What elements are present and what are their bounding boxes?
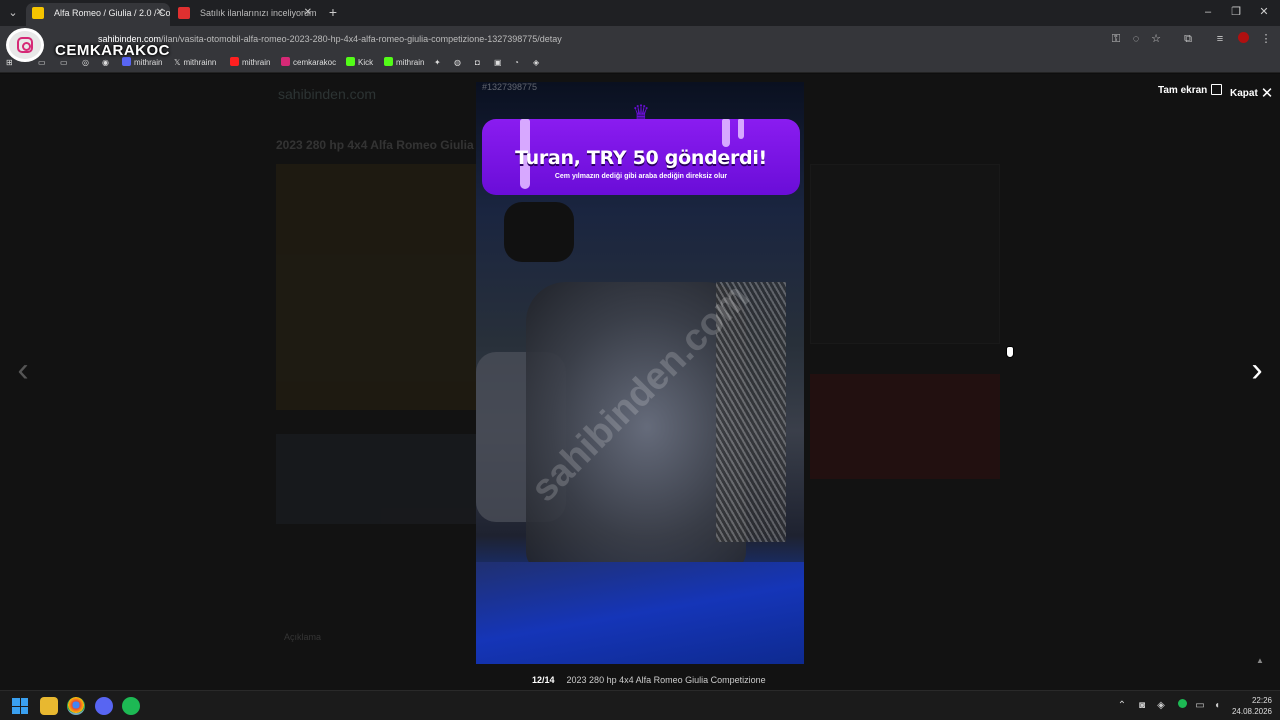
chrome-icon[interactable] bbox=[67, 697, 85, 715]
photo-headrest bbox=[504, 202, 574, 262]
mouse-cursor-icon bbox=[1006, 346, 1014, 358]
maximize-icon[interactable]: ❐ bbox=[1222, 3, 1250, 21]
donation-alert: ♛ Turan, TRY 50 gönderdi! Cem yılmazın d… bbox=[482, 103, 800, 195]
bookmark-kick-2[interactable]: mithrain bbox=[384, 55, 424, 71]
bookmark-youtube[interactable]: mithrain bbox=[230, 55, 270, 71]
x-icon: 𝕏 bbox=[174, 58, 181, 67]
scroll-top-icon[interactable]: ▲ bbox=[1256, 656, 1264, 665]
eye-off-icon[interactable]: ◌ bbox=[1128, 31, 1144, 47]
minimize-icon[interactable]: – bbox=[1194, 3, 1222, 21]
instagram-icon bbox=[281, 57, 290, 66]
photo-caption: 12/14 2023 280 hp 4x4 Alfa Romeo Giulia C… bbox=[532, 675, 766, 685]
password-key-icon[interactable]: ⚿ bbox=[1108, 31, 1124, 47]
discord-taskbar-icon[interactable] bbox=[95, 697, 113, 715]
tab-label: Satılık ilanlarınızı inceliyorum # bbox=[200, 8, 318, 18]
window-close-icon[interactable]: ✕ bbox=[1250, 3, 1278, 21]
donation-title: Turan, TRY 50 gönderdi! bbox=[515, 147, 767, 169]
media-control-icon[interactable]: ≡ bbox=[1212, 31, 1228, 47]
streamer-name: CEMKARAKOC bbox=[55, 42, 170, 59]
taskbar: ⌃ ◙ ◈ ▭ ◖ 22:26 24.08.2026 bbox=[0, 690, 1280, 720]
file-explorer-icon[interactable] bbox=[40, 697, 58, 715]
system-clock[interactable]: 22:26 24.08.2026 bbox=[1226, 695, 1272, 717]
tab-close-icon[interactable]: ✕ bbox=[156, 3, 164, 23]
browser-tab-bar: ⌄ Alfa Romeo / Giulia / 2.0 / Com ✕ Satı… bbox=[0, 0, 1280, 26]
donation-message: Cem yılmazın dediği gibi araba dediğin d… bbox=[554, 173, 728, 180]
close-label: Kapat bbox=[1230, 88, 1258, 99]
listing-title: 2023 280 hp 4x4 Alfa Romeo Giulia C bbox=[276, 138, 486, 152]
caption-text: 2023 280 hp 4x4 Alfa Romeo Giulia Compet… bbox=[566, 675, 766, 685]
steam-icon[interactable]: ◈ bbox=[533, 55, 539, 71]
clock-date: 24.08.2026 bbox=[1231, 707, 1272, 716]
bookmark-label: mithrainn bbox=[183, 58, 217, 67]
bookmark-label: mithrain bbox=[242, 58, 271, 67]
browser-menu-icon[interactable]: ⋮ bbox=[1258, 31, 1274, 47]
clock-time: 22:26 bbox=[1251, 696, 1272, 705]
ad-banner bbox=[810, 374, 1000, 479]
listing-thumbnails bbox=[276, 434, 476, 524]
previous-photo-button[interactable]: ‹ bbox=[10, 350, 36, 390]
photo-counter: 12/14 bbox=[532, 675, 555, 685]
bookmark-instagram[interactable]: cemkarakoc bbox=[281, 55, 336, 71]
tab-youtube[interactable]: Satılık ilanlarınızı inceliyorum # ✕ bbox=[172, 3, 318, 26]
bookmark-icon[interactable]: ◔ bbox=[514, 55, 519, 71]
youtube-icon bbox=[230, 57, 239, 66]
fullscreen-icon bbox=[1211, 84, 1223, 95]
kick-icon bbox=[346, 57, 355, 66]
network-icon[interactable]: ▭ bbox=[1193, 699, 1207, 713]
profile-avatar-icon[interactable] bbox=[1235, 31, 1251, 47]
bookmark-x[interactable]: 𝕏mithrainn bbox=[174, 55, 216, 71]
photo-blue-door bbox=[476, 562, 804, 664]
seller-panel bbox=[810, 164, 1000, 344]
bookmark-icon[interactable]: ◍ bbox=[454, 55, 461, 71]
url-path: /ilan/vasita-otomobil-alfa-romeo-2023-28… bbox=[161, 34, 562, 44]
tab-alfa-romeo[interactable]: Alfa Romeo / Giulia / 2.0 / Com ✕ bbox=[26, 3, 170, 26]
bookmark-label: Kick bbox=[358, 58, 374, 67]
youtube-favicon-icon bbox=[178, 7, 190, 19]
bookmarks-bar: ⊞ ▭ ▭ ◎ ◉ mithrain 𝕏mithrainn mithrain c… bbox=[0, 53, 1280, 73]
fullscreen-button[interactable]: Tam ekran bbox=[1158, 84, 1223, 96]
sahibinden-favicon-icon bbox=[32, 7, 44, 19]
volume-icon[interactable]: ◖ bbox=[1210, 699, 1224, 713]
extensions-icon[interactable]: ⧉ bbox=[1180, 31, 1196, 47]
folder-icon[interactable]: ▭ bbox=[38, 55, 46, 71]
bookmark-star-icon[interactable]: ☆ bbox=[1148, 31, 1164, 47]
instagram-overlay-icon bbox=[6, 28, 44, 62]
listing-id: #1327398775 bbox=[482, 82, 538, 92]
tab-label: Alfa Romeo / Giulia / 2.0 / Com bbox=[54, 8, 170, 18]
tray-expand-icon[interactable]: ⌃ bbox=[1115, 699, 1129, 713]
lightbox-close-button[interactable]: Kapat ✕ bbox=[1230, 84, 1273, 102]
bookmark-label: cemkarakoc bbox=[293, 58, 337, 67]
windows-start-icon[interactable] bbox=[12, 698, 28, 714]
bookmark-icon[interactable]: ◘ bbox=[475, 55, 480, 71]
close-icon: ✕ bbox=[1260, 85, 1274, 102]
drip-decoration bbox=[738, 119, 744, 139]
listing-main-photo bbox=[276, 164, 486, 410]
steam-tray-icon[interactable]: ◈ bbox=[1154, 699, 1168, 713]
address-bar: sahibinden.com/ilan/vasita-otomobil-alfa… bbox=[0, 26, 1280, 53]
fullscreen-label: Tam ekran bbox=[1158, 85, 1208, 96]
description-heading: Açıklama bbox=[284, 632, 322, 642]
tab-close-icon[interactable]: ✕ bbox=[304, 3, 312, 23]
next-photo-button[interactable]: › bbox=[1244, 350, 1270, 390]
new-tab-button[interactable]: + bbox=[324, 3, 342, 21]
bookmark-kick[interactable]: Kick bbox=[346, 55, 373, 71]
site-logo: sahibinden.com bbox=[278, 86, 377, 102]
crown-icon: ♛ bbox=[632, 102, 650, 124]
bookmark-icon[interactable]: ▣ bbox=[494, 55, 502, 71]
discord-tray-icon[interactable]: ◙ bbox=[1135, 699, 1149, 713]
bookmark-icon[interactable]: ✦ bbox=[434, 55, 441, 71]
drip-decoration bbox=[722, 119, 730, 147]
bookmark-label: mithrain bbox=[396, 58, 425, 67]
tab-search-icon[interactable]: ⌄ bbox=[4, 4, 22, 22]
bookmark-label: mithrain bbox=[134, 58, 163, 67]
spotify-icon[interactable] bbox=[122, 697, 140, 715]
kick-icon bbox=[384, 57, 393, 66]
spotify-tray-icon[interactable] bbox=[1175, 699, 1189, 713]
